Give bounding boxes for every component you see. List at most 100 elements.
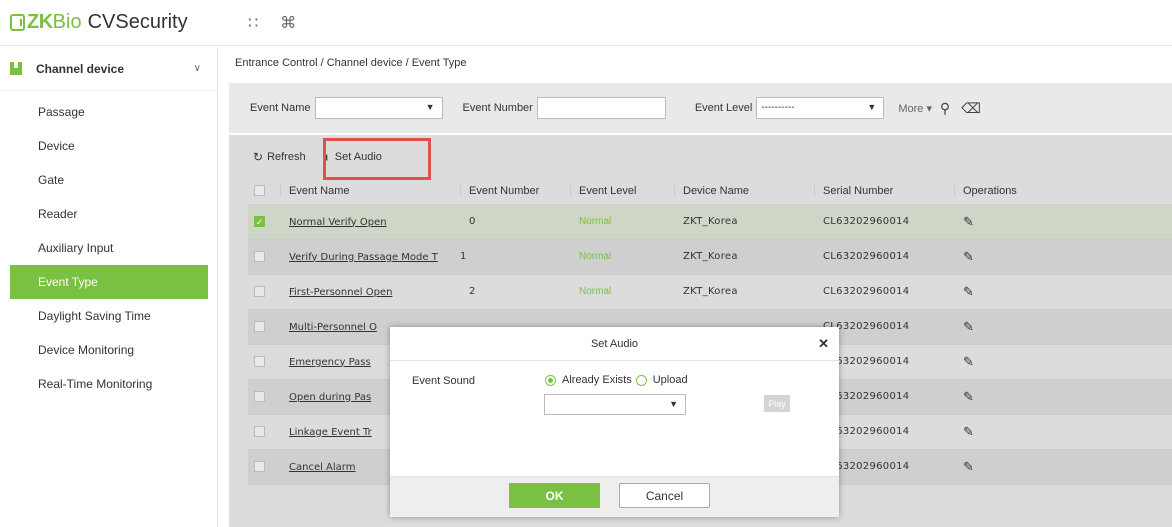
radio-upload[interactable]	[635, 374, 647, 386]
select-all-checkbox[interactable]	[254, 185, 265, 197]
command-icon[interactable]: ⌘	[280, 13, 296, 33]
event-name-link[interactable]: Cancel Alarm	[289, 462, 355, 473]
sidebar: Channel device ∨ Passage Device Gate Rea…	[0, 47, 218, 527]
device-name: ZKT_Korea	[674, 274, 814, 310]
sidebar-module-header[interactable]: Channel device ∨	[0, 47, 217, 91]
dialog-footer: OK Cancel	[390, 476, 839, 517]
grid-icon[interactable]: ∷	[248, 13, 258, 33]
event-name-link[interactable]: First-Personnel Open	[289, 287, 392, 298]
col-event-level[interactable]: Event Level	[570, 178, 674, 205]
col-event-number[interactable]: Event Number	[460, 178, 570, 205]
row-checkbox-cell[interactable]	[248, 344, 280, 380]
edit-icon[interactable]: ✎	[963, 319, 974, 334]
chevron-down-icon: ∨	[193, 63, 201, 74]
col-device-name-label: Device Name	[683, 184, 750, 197]
event-number: 1	[460, 239, 570, 275]
table-row[interactable]: First-Personnel Open 2 Normal ZKT_Korea …	[248, 274, 1172, 310]
event-level-value: ----------	[761, 102, 795, 113]
row-checkbox[interactable]	[254, 251, 265, 263]
row-checkbox[interactable]	[254, 426, 265, 438]
col-operations-label: Operations	[963, 184, 1017, 197]
event-name-link[interactable]: Multi-Personnel O	[289, 322, 377, 333]
logo-zk: ZK	[27, 11, 53, 33]
event-name-link[interactable]: Emergency Pass	[289, 357, 371, 368]
serial-number: CL63202960014	[814, 239, 954, 275]
col-event-name-label: Event Name	[289, 184, 350, 197]
set-audio-dialog: Set Audio ✕ Event Sound Already Exists U…	[390, 327, 839, 517]
row-checkbox-cell[interactable]	[248, 309, 280, 345]
row-checkbox-cell[interactable]	[248, 449, 280, 485]
sidebar-item-real-time-monitoring[interactable]: Real-Time Monitoring	[10, 367, 208, 401]
serial-number: CL63202960014	[814, 274, 954, 310]
more-label: More	[898, 102, 924, 115]
col-event-name[interactable]: Event Name	[280, 178, 460, 205]
dialog-body: Event Sound Already Exists Upload ▼ Play	[390, 361, 839, 476]
sidebar-item-device-monitoring[interactable]: Device Monitoring	[10, 333, 208, 367]
breadcrumb: Entrance Control / Channel device / Even…	[235, 57, 467, 69]
clear-filter-icon[interactable]: ⌫	[958, 97, 984, 119]
sidebar-item-device[interactable]: Device	[10, 129, 208, 163]
radio-upload-label[interactable]: Upload	[653, 374, 688, 386]
table-row[interactable]: ✓ Normal Verify Open 0 Normal ZKT_Korea …	[248, 204, 1172, 240]
event-level-select[interactable]: ---------- ▼	[756, 97, 885, 119]
table-row[interactable]: Verify During Passage Mode T 1 Normal ZK…	[248, 239, 1172, 275]
event-name-link[interactable]: Open during Pas	[289, 392, 371, 403]
row-checkbox-cell[interactable]: ✓	[248, 204, 280, 240]
event-number-input[interactable]	[536, 97, 666, 119]
row-checkbox[interactable]	[254, 461, 265, 473]
sidebar-item-daylight-saving-time[interactable]: Daylight Saving Time	[10, 299, 208, 333]
sidebar-item-auxiliary-input[interactable]: Auxiliary Input	[10, 231, 208, 265]
row-checkbox-checked[interactable]: ✓	[254, 216, 265, 228]
sidebar-item-passage[interactable]: Passage	[10, 95, 208, 129]
logo-bio: Bio	[52, 11, 82, 33]
row-checkbox-cell[interactable]	[248, 414, 280, 450]
play-button[interactable]: Play	[764, 395, 790, 412]
event-name-link[interactable]: Normal Verify Open	[289, 217, 387, 228]
table-header-row: Event Name Event Number Event Level Devi…	[248, 178, 1172, 205]
sidebar-item-gate[interactable]: Gate	[10, 163, 208, 197]
edit-icon[interactable]: ✎	[963, 354, 974, 369]
event-name-select[interactable]: ▼	[314, 97, 443, 119]
event-level: Normal	[570, 274, 674, 310]
edit-icon[interactable]: ✎	[963, 389, 974, 404]
sound-file-select[interactable]: ▼	[544, 394, 686, 415]
row-checkbox[interactable]	[254, 356, 265, 368]
event-number: 2	[460, 274, 570, 310]
refresh-label: Refresh	[267, 151, 306, 163]
col-serial-number[interactable]: Serial Number	[814, 178, 954, 205]
row-checkbox-cell[interactable]	[248, 379, 280, 415]
select-all-cell[interactable]	[248, 178, 280, 205]
col-device-name[interactable]: Device Name	[674, 178, 814, 205]
row-checkbox-cell[interactable]	[248, 239, 280, 275]
serial-number: CL63202960014	[814, 204, 954, 240]
row-checkbox[interactable]	[254, 286, 265, 298]
ok-button[interactable]: OK	[509, 483, 600, 508]
row-checkbox[interactable]	[254, 391, 265, 403]
event-name-link[interactable]: Verify During Passage Mode T	[289, 252, 438, 263]
event-number: 0	[460, 204, 570, 240]
event-name-link[interactable]: Linkage Event Tr	[289, 427, 372, 438]
event-name-label: Event Name	[250, 102, 311, 114]
refresh-button[interactable]: ↻ Refresh	[253, 150, 306, 164]
edit-icon[interactable]: ✎	[963, 459, 974, 474]
channel-device-icon	[10, 62, 22, 75]
dialog-title: Set Audio	[590, 337, 639, 350]
radio-already-exists-label[interactable]: Already Exists	[562, 374, 632, 386]
event-level: Normal	[570, 239, 674, 275]
row-checkbox[interactable]	[254, 321, 265, 333]
cancel-button[interactable]: Cancel	[619, 483, 710, 508]
edit-icon[interactable]: ✎	[963, 424, 974, 439]
sidebar-item-reader[interactable]: Reader	[10, 197, 208, 231]
col-event-number-label: Event Number	[469, 184, 540, 197]
caret-down-icon: ▼	[867, 102, 877, 112]
search-icon[interactable]: ⚲	[932, 97, 958, 119]
edit-icon[interactable]: ✎	[963, 284, 974, 299]
edit-icon[interactable]: ✎	[963, 214, 974, 229]
close-icon[interactable]: ✕	[818, 336, 829, 352]
edit-icon[interactable]: ✎	[963, 249, 974, 264]
event-sound-label: Event Sound	[412, 375, 475, 387]
more-filters-toggle[interactable]: More ▾	[898, 102, 932, 115]
row-checkbox-cell[interactable]	[248, 274, 280, 310]
radio-already-exists[interactable]	[545, 374, 556, 386]
sidebar-item-event-type[interactable]: Event Type	[10, 265, 208, 299]
